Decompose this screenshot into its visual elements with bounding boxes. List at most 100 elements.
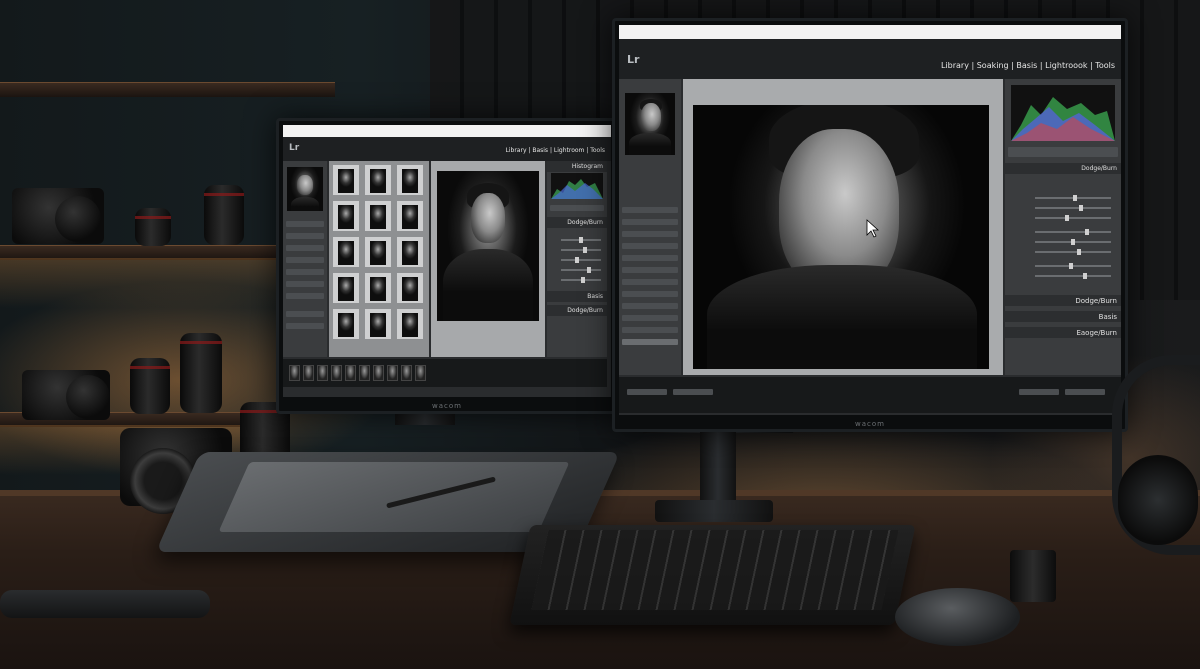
panel-item[interactable] xyxy=(286,269,324,275)
film-thumbnail[interactable] xyxy=(317,365,328,381)
panel-header[interactable]: Dodge/Burn xyxy=(547,217,607,228)
film-thumbnail[interactable] xyxy=(345,365,356,381)
panel-item[interactable] xyxy=(286,233,324,239)
panel-item[interactable] xyxy=(286,221,324,227)
monitor-brand: wacom xyxy=(432,402,462,410)
grid-thumbnail[interactable] xyxy=(365,273,391,303)
adjust-slider[interactable] xyxy=(561,267,601,273)
panel-item[interactable] xyxy=(622,327,678,333)
module-picker[interactable]: Library | Basis | Lightroom | Tools xyxy=(506,147,605,154)
grid-thumbnail[interactable] xyxy=(365,201,391,231)
panel-item[interactable] xyxy=(622,243,678,249)
histogram xyxy=(1011,85,1115,141)
module-picker[interactable]: Library | Soaking | Basis | Lightroook |… xyxy=(941,61,1115,70)
navigator-preview xyxy=(287,167,323,211)
panel-item[interactable] xyxy=(286,323,324,329)
grid-thumbnail[interactable] xyxy=(333,201,359,231)
grid-thumbnail[interactable] xyxy=(333,273,359,303)
grid-thumbnail[interactable] xyxy=(365,237,391,267)
chair-armrest xyxy=(0,590,210,618)
grid-thumbnail[interactable] xyxy=(333,165,359,195)
adjust-slider[interactable] xyxy=(1035,263,1111,269)
grid-thumbnail[interactable] xyxy=(397,165,423,195)
panel-item[interactable] xyxy=(622,303,678,309)
grid-thumbnail[interactable] xyxy=(333,237,359,267)
panel-item[interactable] xyxy=(622,315,678,321)
adjust-slider[interactable] xyxy=(1035,195,1111,201)
film-thumbnail[interactable] xyxy=(401,365,412,381)
grid-thumbnail[interactable] xyxy=(365,309,391,339)
monitor-arm-pole xyxy=(700,430,736,510)
lens-icon xyxy=(180,333,222,413)
film-thumbnail[interactable] xyxy=(373,365,384,381)
headphone-earcup xyxy=(1118,455,1198,545)
lens-icon xyxy=(135,208,171,246)
adjust-slider[interactable] xyxy=(1035,229,1111,235)
panel-item[interactable] xyxy=(622,267,678,273)
grid-thumbnail[interactable] xyxy=(333,309,359,339)
lightroom-logo: Lr xyxy=(289,143,300,153)
right-screen: Lr Library | Soaking | Basis | Lightrooo… xyxy=(619,25,1121,415)
panel-item[interactable] xyxy=(286,257,324,263)
lightroom-menubar: Lr Library | Soaking | Basis | Lightrooo… xyxy=(619,39,1121,79)
panel-item[interactable] xyxy=(286,293,324,299)
adjust-slider[interactable] xyxy=(561,277,601,283)
adjust-slider[interactable] xyxy=(561,247,601,253)
adjust-slider[interactable] xyxy=(1035,205,1111,211)
filmstrip-button[interactable] xyxy=(673,389,713,395)
panel-item[interactable] xyxy=(622,231,678,237)
shelf-led-glow xyxy=(0,258,285,308)
left-panel xyxy=(619,79,681,375)
grid-thumbnail[interactable] xyxy=(365,165,391,195)
panel-item[interactable] xyxy=(286,281,324,287)
panel-item[interactable] xyxy=(286,311,324,317)
left-panel xyxy=(283,161,327,357)
portrait-photo[interactable] xyxy=(693,105,989,369)
adjust-slider[interactable] xyxy=(1035,273,1111,279)
film-thumbnail[interactable] xyxy=(415,365,426,381)
panel-header[interactable]: Dodge/Burn xyxy=(1005,295,1121,306)
keyboard-keys xyxy=(531,530,899,610)
panel-item[interactable] xyxy=(622,207,678,213)
panel-header[interactable]: Basis xyxy=(1005,311,1121,322)
film-thumbnail[interactable] xyxy=(289,365,300,381)
grid-thumbnail[interactable] xyxy=(397,309,423,339)
adjust-slider[interactable] xyxy=(1035,215,1111,221)
filmstrip xyxy=(619,377,1121,413)
grid-thumbnail[interactable] xyxy=(397,201,423,231)
camera-lens-icon xyxy=(66,375,110,419)
adjust-slider[interactable] xyxy=(561,237,601,243)
panel-header[interactable]: Eaoge/Burn xyxy=(1005,327,1121,338)
monitor-brand: wacom xyxy=(855,420,885,428)
portrait-photo[interactable] xyxy=(437,171,539,321)
panel-header[interactable]: Dodge/Burn xyxy=(547,305,607,316)
tool-strip[interactable] xyxy=(550,205,604,211)
tool-strip[interactable] xyxy=(1008,147,1118,157)
panel-item[interactable] xyxy=(622,255,678,261)
adjust-slider[interactable] xyxy=(1035,249,1111,255)
filmstrip-button[interactable] xyxy=(1065,389,1105,395)
adjust-slider[interactable] xyxy=(561,257,601,263)
adjust-slider[interactable] xyxy=(1035,239,1111,245)
panel-header[interactable]: Dodge/Burn xyxy=(1005,163,1121,174)
panel-item-selected[interactable] xyxy=(622,339,678,345)
panel-item[interactable] xyxy=(622,279,678,285)
grid-thumbnail[interactable] xyxy=(397,237,423,267)
right-panel: Histogram Dodge/Burn Basis Dodge/Burn xyxy=(547,161,607,357)
panel-item[interactable] xyxy=(286,245,324,251)
film-thumbnail[interactable] xyxy=(303,365,314,381)
panel-item[interactable] xyxy=(622,291,678,297)
filmstrip-button[interactable] xyxy=(627,389,667,395)
grid-thumbnail[interactable] xyxy=(397,273,423,303)
histogram xyxy=(551,173,603,199)
panel-header[interactable]: Basis xyxy=(547,291,607,302)
film-thumbnail[interactable] xyxy=(387,365,398,381)
left-monitor: Lr Library | Basis | Lightroom | Tools H… xyxy=(276,118,618,414)
pen-holder xyxy=(1010,550,1056,602)
film-thumbnail[interactable] xyxy=(331,365,342,381)
window-titlebar xyxy=(619,25,1121,39)
panel-header[interactable]: Histogram xyxy=(547,161,607,172)
panel-item[interactable] xyxy=(622,219,678,225)
film-thumbnail[interactable] xyxy=(359,365,370,381)
filmstrip-button[interactable] xyxy=(1019,389,1059,395)
